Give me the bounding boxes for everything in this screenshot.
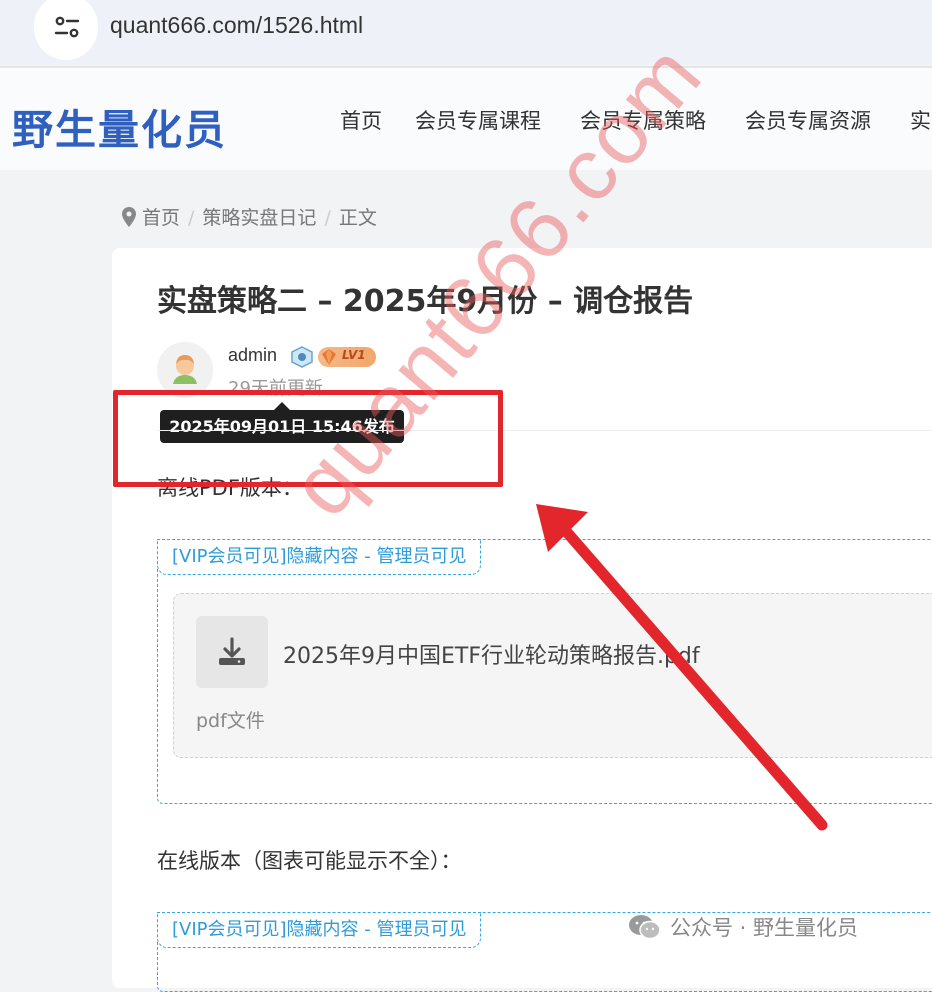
location-pin-icon bbox=[122, 207, 136, 227]
site-logo[interactable]: 野生量化员 bbox=[12, 96, 227, 156]
breadcrumb-home[interactable]: 首页 bbox=[142, 207, 180, 229]
file-name[interactable]: 2025年9月中国ETF行业轮动策略报告.pdf bbox=[283, 638, 700, 670]
wechat-icon bbox=[629, 915, 661, 940]
wechat-account-label: 公众号 · 野生量化员 bbox=[628, 912, 858, 942]
breadcrumb: 首页 / 策略实盘日记 / 正文 bbox=[122, 203, 377, 230]
url-field[interactable]: quant666.com/1526.html bbox=[110, 12, 363, 39]
vip-tag: [VIP会员可见]隐藏内容 - 管理员可见 bbox=[157, 912, 482, 948]
admin-badge-icon bbox=[291, 346, 313, 368]
breadcrumb-category[interactable]: 策略实盘日记 bbox=[202, 207, 316, 229]
nav-item-resources[interactable]: 会员专属资源 bbox=[745, 105, 871, 135]
vip-tag: [VIP会员可见]隐藏内容 - 管理员可见 bbox=[157, 539, 482, 575]
breadcrumb-current: 正文 bbox=[338, 207, 377, 229]
nav-item-courses[interactable]: 会员专属课程 bbox=[415, 105, 541, 135]
file-attachment[interactable] bbox=[173, 593, 932, 758]
author-name[interactable]: admin bbox=[228, 345, 277, 366]
file-type: pdf文件 bbox=[196, 710, 265, 732]
diamond-icon bbox=[322, 349, 336, 365]
paragraph-online-version: 在线版本（图表可能显示不全）： bbox=[157, 849, 462, 873]
site-settings-icon[interactable] bbox=[52, 13, 82, 41]
nav-item-more[interactable]: 实 bbox=[910, 105, 931, 135]
download-icon bbox=[219, 637, 245, 665]
nav-item-home[interactable]: 首页 bbox=[340, 105, 382, 135]
